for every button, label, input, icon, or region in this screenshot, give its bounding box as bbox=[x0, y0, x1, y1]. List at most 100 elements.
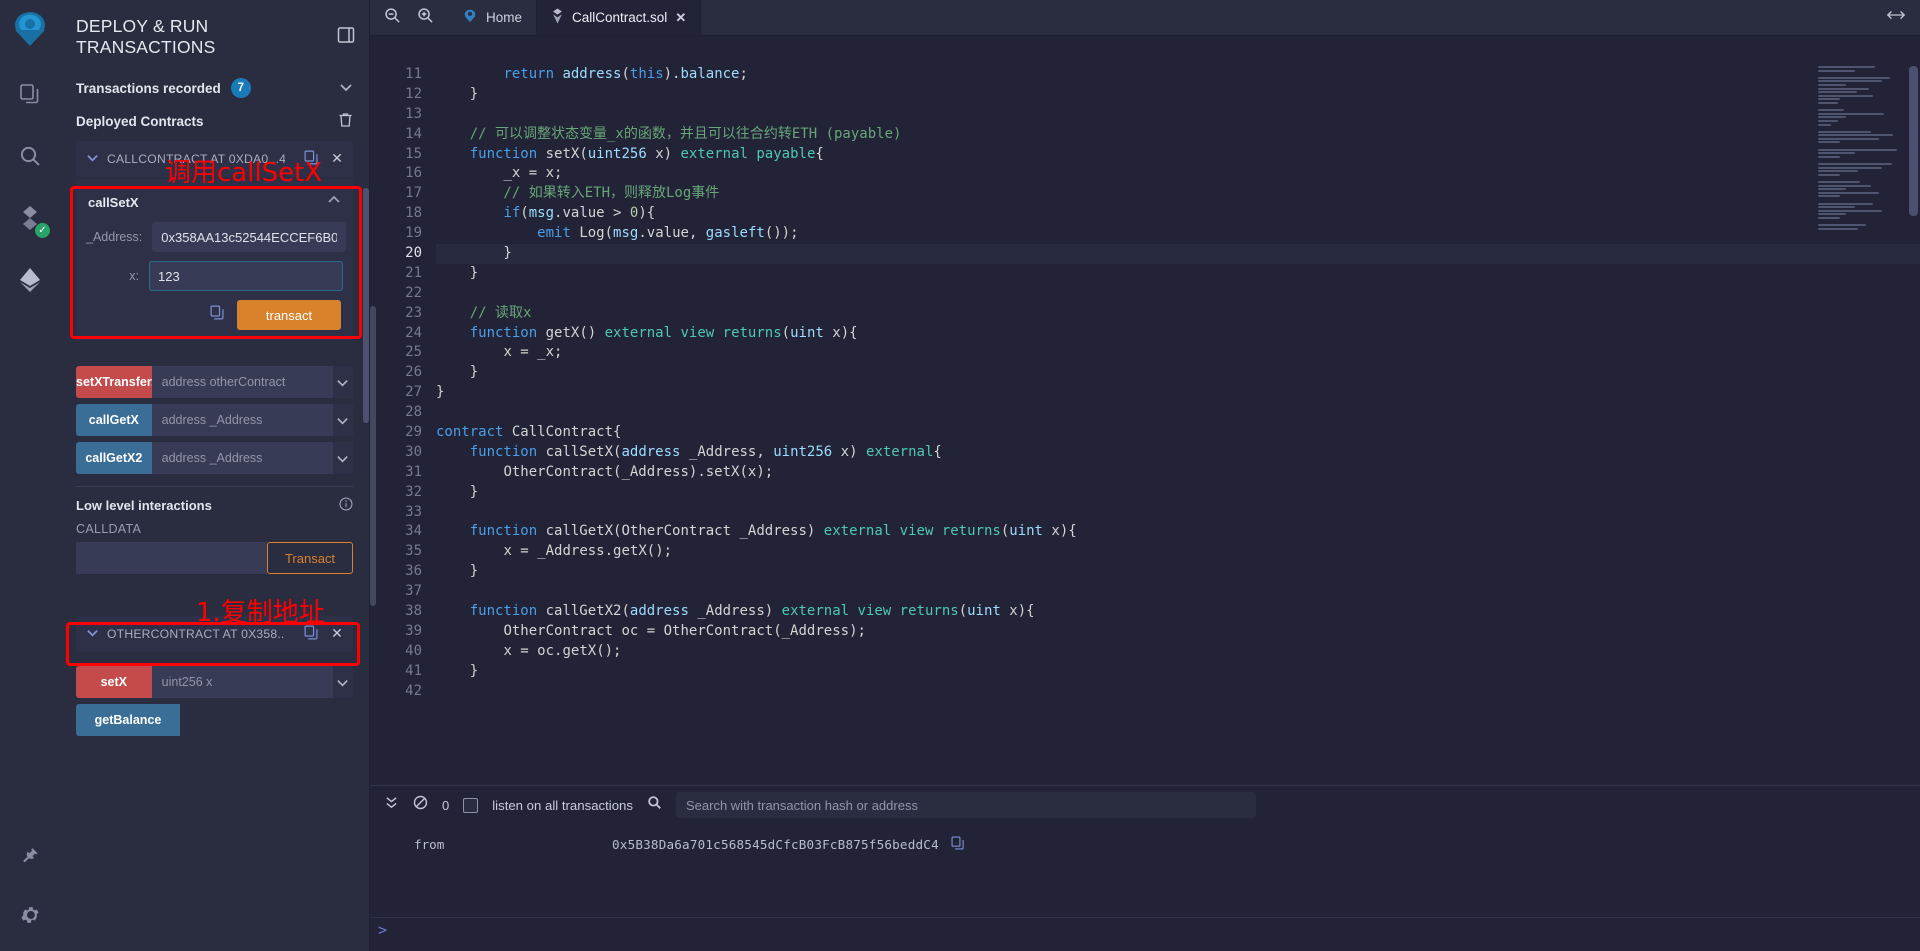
code-line[interactable] bbox=[436, 582, 1920, 602]
method-callgetx2-input[interactable] bbox=[152, 442, 333, 474]
code-line[interactable]: function callSetX(address _Address, uint… bbox=[436, 443, 1920, 463]
code-line[interactable]: x = oc.getX(); bbox=[436, 642, 1920, 662]
code-line[interactable]: } bbox=[436, 562, 1920, 582]
minimap-line bbox=[1818, 141, 1840, 143]
close-contract-icon[interactable]: ✕ bbox=[331, 150, 343, 168]
trash-icon[interactable] bbox=[338, 112, 353, 131]
low-level-transact-button[interactable]: Transact bbox=[267, 542, 353, 574]
code-line[interactable]: function callGetX(OtherContract _Address… bbox=[436, 522, 1920, 542]
calldata-input[interactable] bbox=[76, 542, 267, 574]
method-getbalance-button[interactable]: getBalance bbox=[76, 704, 180, 736]
code-line[interactable]: if(msg.value > 0){ bbox=[436, 204, 1920, 224]
contract-header[interactable]: OTHERCONTRACT AT 0X358...D5E ✕ bbox=[76, 616, 353, 652]
chevron-down-icon[interactable] bbox=[333, 442, 353, 474]
expand-arrows-icon[interactable] bbox=[1886, 8, 1906, 27]
code-line[interactable]: } bbox=[436, 85, 1920, 105]
info-icon[interactable] bbox=[339, 497, 353, 514]
code-line[interactable]: // 读取x bbox=[436, 304, 1920, 324]
code-content[interactable]: return address(this).balance; } // 可以调整状… bbox=[436, 36, 1920, 785]
chevron-down-icon[interactable] bbox=[333, 366, 353, 398]
code-line[interactable]: } bbox=[436, 662, 1920, 682]
code-line[interactable]: // 如果转入ETH，则释放Log事件 bbox=[436, 184, 1920, 204]
arg-address-input[interactable] bbox=[152, 222, 346, 252]
code-line[interactable]: x = _Address.getX(); bbox=[436, 542, 1920, 562]
zoom-in-icon[interactable] bbox=[417, 7, 434, 29]
editor-scrollbar-vertical[interactable] bbox=[1909, 66, 1918, 216]
editor-minimap[interactable] bbox=[1818, 66, 1910, 251]
code-line[interactable] bbox=[436, 403, 1920, 423]
code-line[interactable]: OtherContract(_Address).setX(x); bbox=[436, 463, 1920, 483]
double-chevron-down-icon[interactable] bbox=[384, 795, 399, 815]
method-callgetx2-button[interactable]: callGetX2 bbox=[76, 442, 152, 474]
solidity-compiler-icon[interactable]: ✓ bbox=[8, 196, 52, 240]
code-line[interactable]: return address(this).balance; bbox=[436, 65, 1920, 85]
function-header[interactable]: callSetX bbox=[86, 187, 343, 222]
chevron-down-icon[interactable] bbox=[86, 151, 99, 167]
search-icon[interactable] bbox=[8, 134, 52, 178]
arg-x-input[interactable] bbox=[149, 261, 343, 291]
code-line[interactable] bbox=[436, 284, 1920, 304]
method-setxtransfer-button[interactable]: setXTransfer... bbox=[76, 366, 152, 398]
copy-icon[interactable] bbox=[951, 836, 965, 853]
terminal-prompt: > bbox=[378, 921, 387, 939]
chevron-up-icon[interactable] bbox=[327, 193, 341, 212]
chevron-down-icon[interactable] bbox=[333, 404, 353, 436]
code-line[interactable]: function setX(uint256 x) external payabl… bbox=[436, 145, 1920, 165]
chevron-down-icon[interactable] bbox=[86, 626, 99, 642]
chevron-down-icon[interactable] bbox=[333, 666, 353, 698]
copy-calldata-icon[interactable] bbox=[210, 305, 225, 325]
code-line[interactable]: } bbox=[436, 383, 1920, 403]
code-editor[interactable]: 1112131415161718192021222324252627282930… bbox=[370, 36, 1920, 785]
transact-button[interactable]: transact bbox=[237, 300, 341, 330]
remix-logo[interactable] bbox=[6, 6, 54, 54]
transactions-recorded-row[interactable]: Transactions recorded 7 bbox=[76, 68, 353, 104]
close-contract-icon[interactable]: ✕ bbox=[331, 625, 343, 643]
zoom-out-icon[interactable] bbox=[384, 7, 401, 29]
minimap-line bbox=[1818, 124, 1831, 126]
minimap-line bbox=[1818, 224, 1866, 226]
terminal-prompt-line[interactable]: > bbox=[370, 917, 1920, 951]
editor-scrollbar-left[interactable] bbox=[370, 306, 376, 606]
tab-bar: Home CallContract.sol ✕ bbox=[370, 0, 1920, 36]
arg-address-row: _Address: bbox=[86, 222, 343, 252]
code-line[interactable]: } bbox=[436, 363, 1920, 383]
code-line[interactable]: emit Log(msg.value, gasleft()); bbox=[436, 224, 1920, 244]
code-line[interactable]: function getX() external view returns(ui… bbox=[436, 324, 1920, 344]
plugin-manager-icon[interactable] bbox=[8, 835, 52, 879]
code-line[interactable]: contract CallContract{ bbox=[436, 423, 1920, 443]
method-setx-input[interactable] bbox=[152, 666, 333, 698]
minimap-line bbox=[1818, 95, 1873, 97]
tab-callcontract-sol[interactable]: CallContract.sol ✕ bbox=[537, 0, 701, 35]
code-line[interactable]: } bbox=[436, 244, 1920, 264]
search-icon[interactable] bbox=[647, 795, 662, 815]
code-line[interactable] bbox=[436, 682, 1920, 702]
code-line[interactable]: } bbox=[436, 264, 1920, 284]
close-icon[interactable]: ✕ bbox=[675, 10, 686, 26]
terminal-search-input[interactable] bbox=[676, 792, 1256, 818]
ban-clear-icon[interactable] bbox=[413, 795, 428, 815]
file-explorer-icon[interactable] bbox=[8, 72, 52, 116]
panel-scrollbar[interactable] bbox=[363, 188, 369, 423]
copy-address-icon[interactable] bbox=[304, 150, 319, 168]
code-line[interactable]: // 可以调整状态变量_x的函数，并且可以往合约转ETH (payable) bbox=[436, 125, 1920, 145]
listen-all-transactions-checkbox[interactable] bbox=[463, 798, 478, 813]
settings-icon[interactable] bbox=[8, 893, 52, 937]
code-line[interactable]: function callGetX2(address _Address) ext… bbox=[436, 602, 1920, 622]
contract-header[interactable]: CALLCONTRACT AT 0XDA0...42B5 ✕ bbox=[76, 141, 353, 177]
panel-layout-icon[interactable] bbox=[337, 26, 355, 49]
deploy-run-icon[interactable] bbox=[8, 258, 52, 302]
method-setx-button[interactable]: setX bbox=[76, 666, 152, 698]
method-callgetx-input[interactable] bbox=[152, 404, 333, 436]
method-setxtransfer-input[interactable] bbox=[152, 366, 333, 398]
copy-address-icon[interactable] bbox=[304, 625, 319, 643]
code-line[interactable]: x = _x; bbox=[436, 343, 1920, 363]
chevron-down-icon[interactable] bbox=[339, 80, 353, 97]
code-line[interactable]: OtherContract oc = OtherContract(_Addres… bbox=[436, 622, 1920, 642]
code-line[interactable] bbox=[436, 503, 1920, 523]
code-line[interactable]: } bbox=[436, 483, 1920, 503]
minimap-line bbox=[1818, 228, 1858, 230]
tab-home[interactable]: Home bbox=[448, 0, 537, 35]
code-line[interactable] bbox=[436, 105, 1920, 125]
code-line[interactable]: _x = x; bbox=[436, 164, 1920, 184]
method-callgetx-button[interactable]: callGetX bbox=[76, 404, 152, 436]
